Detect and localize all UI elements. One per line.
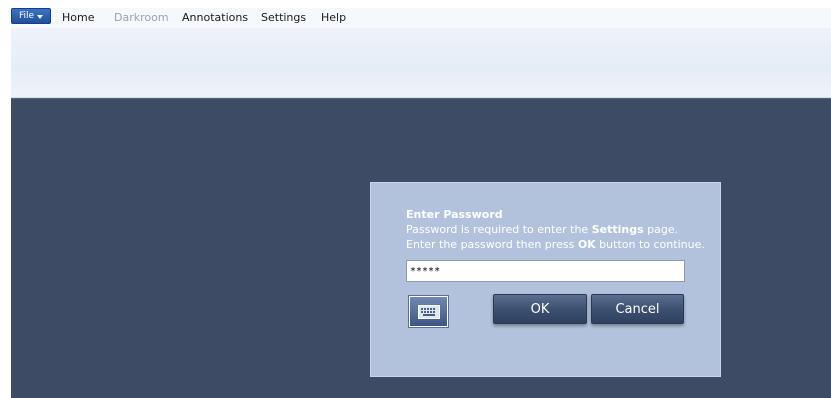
message-2-bold: OK — [577, 238, 596, 251]
keyboard-icon — [417, 304, 440, 319]
menu-item-settings[interactable]: Settings — [261, 11, 306, 24]
file-menu-button[interactable]: File — [11, 8, 51, 24]
dialog-message-line-1: Password is required to enter the Settin… — [406, 223, 678, 236]
dialog-title: Enter Password — [406, 208, 503, 221]
app-window: File Home Darkroom Annotations Settings … — [0, 0, 831, 398]
menu-item-darkroom: Darkroom — [114, 11, 169, 24]
file-menu-label: File — [18, 11, 35, 21]
chevron-down-icon — [37, 14, 44, 19]
ok-button[interactable]: OK — [493, 294, 587, 324]
message-2-prefix: Enter the password then press — [406, 238, 578, 251]
password-dialog: Enter Password Password is required to e… — [370, 182, 721, 377]
menu-item-help[interactable]: Help — [321, 11, 346, 24]
keyboard-button[interactable] — [409, 296, 448, 327]
message-1-suffix: page. — [643, 223, 679, 236]
cancel-button[interactable]: Cancel — [591, 294, 684, 324]
menu-item-annotations[interactable]: Annotations — [182, 11, 248, 24]
password-field[interactable] — [406, 260, 685, 282]
message-2-suffix: button to continue. — [595, 238, 705, 251]
menu-item-home[interactable]: Home — [62, 11, 94, 24]
message-1-bold: Settings — [591, 223, 644, 236]
ribbon: File Home Darkroom Annotations Settings … — [11, 8, 831, 98]
menu-bar: File Home Darkroom Annotations Settings … — [11, 8, 831, 28]
dialog-message-line-2: Enter the password then press OK button … — [406, 238, 705, 251]
message-1-prefix: Password is required to enter the — [406, 223, 592, 236]
